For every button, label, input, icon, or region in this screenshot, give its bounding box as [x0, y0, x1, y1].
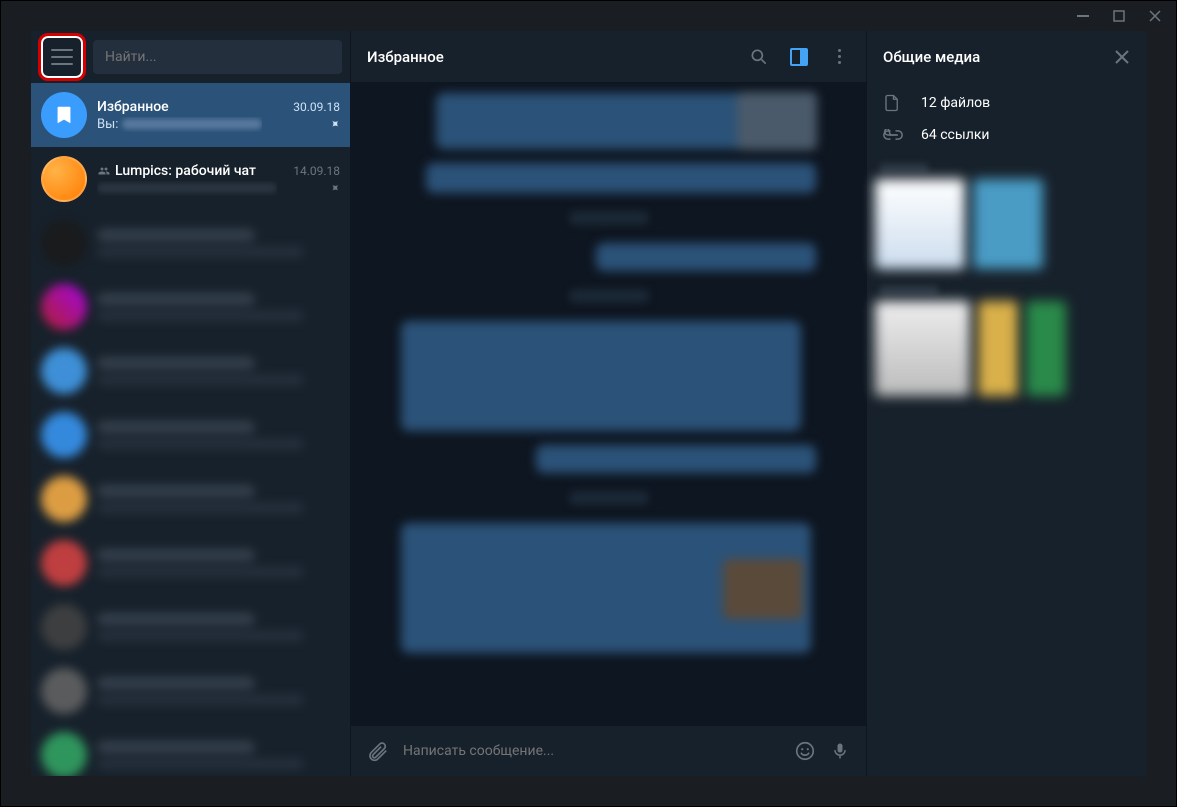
attach-button[interactable] — [367, 740, 389, 762]
chat-item-blurred[interactable] — [31, 275, 350, 339]
messages-area[interactable] — [351, 83, 866, 726]
chat-name: Избранное — [97, 99, 169, 115]
microphone-icon — [830, 740, 850, 762]
media-grid — [867, 163, 1146, 396]
right-panel: Общие медиа 12 файлов 64 ссылки — [866, 31, 1146, 776]
group-icon — [97, 165, 111, 177]
close-icon — [1114, 49, 1130, 65]
chat-item-saved[interactable]: Избранное 30.09.18 Вы: ✦ — [31, 83, 350, 147]
paperclip-icon — [367, 740, 389, 762]
titlebar — [1, 1, 1176, 31]
chat-item-blurred[interactable] — [31, 403, 350, 467]
saved-messages-avatar — [41, 92, 87, 138]
hamburger-icon — [51, 49, 73, 65]
message-bubble[interactable] — [426, 163, 816, 193]
media-thumbnail[interactable] — [978, 301, 1018, 396]
chat-preview: Вы: — [97, 117, 262, 132]
chat-item-blurred[interactable] — [31, 467, 350, 531]
chat-item-blurred[interactable] — [31, 595, 350, 659]
media-thumbnail[interactable] — [973, 179, 1043, 269]
media-stats: 12 файлов 64 ссылки — [867, 83, 1146, 163]
minimize-button[interactable] — [1070, 7, 1096, 25]
toggle-sidepanel-button[interactable] — [788, 46, 810, 68]
search-box[interactable] — [93, 40, 342, 74]
window-content: Избранное 30.09.18 Вы: ✦ — [31, 31, 1146, 776]
conversation: Избранное — [351, 31, 866, 776]
emoji-icon — [794, 740, 816, 762]
kebab-icon — [838, 49, 841, 64]
sidebar-top — [31, 31, 350, 83]
app-window: Избранное 30.09.18 Вы: ✦ — [0, 0, 1177, 807]
main-menu-button[interactable] — [39, 34, 85, 80]
chat-item-blurred[interactable] — [31, 659, 350, 723]
pin-icon: ✦ — [326, 115, 343, 132]
conversation-header: Избранное — [351, 31, 866, 83]
chat-item-lumpics[interactable]: Lumpics: рабочий чат 14.09.18 ✦ — [31, 147, 350, 211]
date-divider — [569, 211, 649, 225]
media-thumbnail[interactable] — [875, 301, 970, 396]
voice-button[interactable] — [830, 740, 850, 762]
search-in-chat-button[interactable] — [748, 46, 770, 68]
maximize-button[interactable] — [1106, 7, 1132, 25]
emoji-button[interactable] — [794, 740, 816, 762]
chat-menu-button[interactable] — [828, 46, 850, 68]
files-stat[interactable]: 12 файлов — [883, 93, 1130, 113]
search-input[interactable] — [105, 49, 330, 65]
chat-item-blurred[interactable] — [31, 723, 350, 776]
message-bubble[interactable] — [401, 321, 801, 431]
date-divider — [569, 491, 649, 505]
media-thumbnail[interactable] — [1026, 301, 1066, 396]
media-thumbnail[interactable] — [875, 179, 965, 269]
link-icon — [883, 129, 903, 141]
message-bubble[interactable] — [401, 523, 811, 653]
close-window-button[interactable] — [1142, 7, 1168, 25]
conversation-title: Избранное — [367, 48, 748, 66]
group-avatar — [41, 156, 87, 202]
links-count: 64 ссылки — [921, 127, 989, 143]
media-group — [875, 285, 1138, 396]
right-panel-title: Общие медиа — [883, 48, 980, 66]
chat-list[interactable]: Избранное 30.09.18 Вы: ✦ — [31, 83, 350, 776]
message-bubble[interactable] — [536, 445, 816, 473]
close-panel-button[interactable] — [1114, 49, 1130, 65]
chat-date: 14.09.18 — [293, 164, 340, 178]
panel-toggle-icon — [790, 48, 808, 66]
chat-item-blurred[interactable] — [31, 531, 350, 595]
chat-item-blurred[interactable] — [31, 339, 350, 403]
right-panel-header: Общие медиа — [867, 31, 1146, 83]
chat-name: Lumpics: рабочий чат — [97, 163, 256, 179]
message-bubble[interactable] — [436, 93, 816, 149]
sidebar: Избранное 30.09.18 Вы: ✦ — [31, 31, 351, 776]
message-input[interactable] — [403, 743, 780, 759]
chat-preview — [97, 181, 277, 196]
file-icon — [883, 93, 903, 113]
pin-icon: ✦ — [326, 179, 343, 196]
chat-date: 30.09.18 — [293, 100, 340, 114]
files-count: 12 файлов — [921, 95, 990, 111]
search-icon — [749, 47, 769, 67]
media-group — [875, 163, 1138, 269]
composer — [351, 726, 866, 776]
message-bubble[interactable] — [596, 243, 816, 271]
date-divider — [569, 289, 649, 303]
links-stat[interactable]: 64 ссылки — [883, 127, 1130, 143]
chat-item-blurred[interactable] — [31, 211, 350, 275]
conversation-tools — [748, 46, 850, 68]
